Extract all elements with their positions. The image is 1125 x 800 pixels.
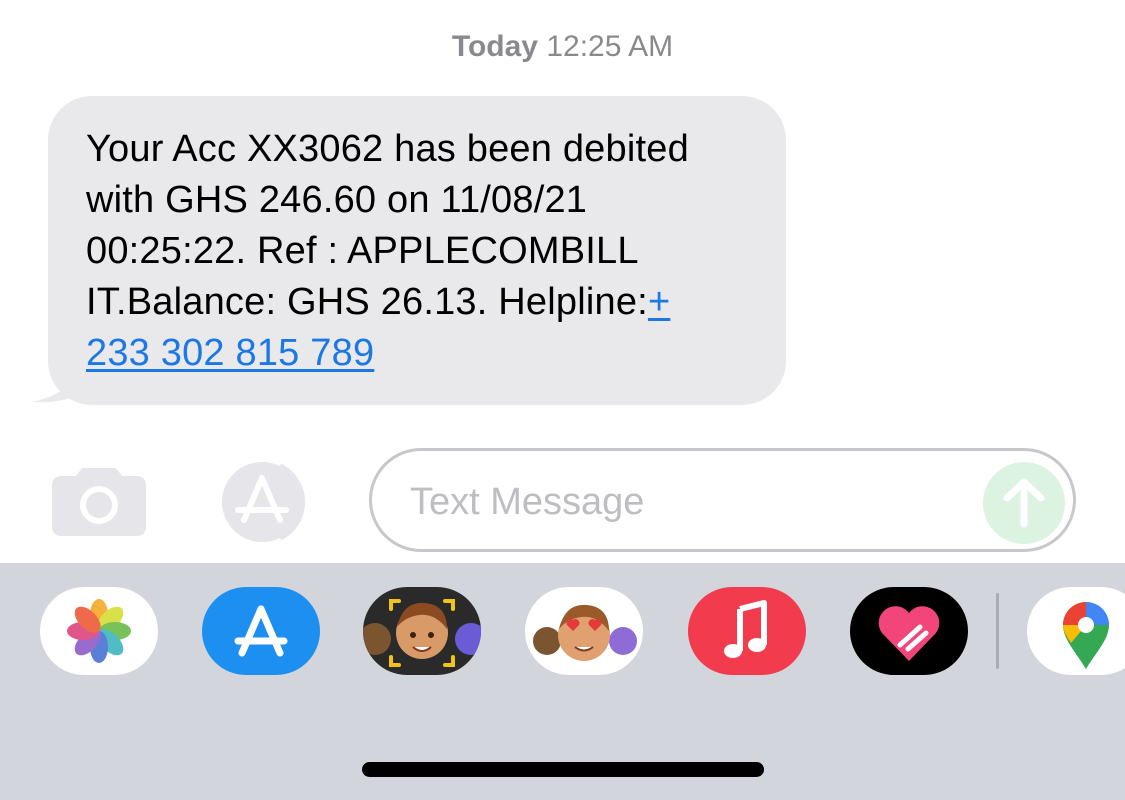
app-store-button[interactable] (210, 462, 320, 542)
google-maps-icon (1063, 602, 1109, 669)
memoji-stickers-app[interactable] (525, 587, 643, 675)
timestamp-day: Today (451, 30, 538, 63)
camera-button[interactable] (52, 464, 146, 536)
message-timestamp: Today 12:25 AM (0, 30, 1125, 64)
photos-app[interactable] (40, 587, 158, 675)
message-line: 233 302 815 789 (86, 328, 756, 379)
app-store-icon (222, 462, 305, 542)
memoji-stickers-icon (533, 604, 637, 661)
drawer-separator (996, 593, 999, 669)
arrow-up-icon (1003, 478, 1045, 528)
compose-bar: Text Message (0, 446, 1125, 556)
helpline-phone-link[interactable]: 233 302 815 789 (86, 332, 374, 374)
message-line: IT.Balance: GHS 26.13. Helpline:+ (86, 277, 756, 328)
home-indicator[interactable] (362, 762, 764, 777)
app-store-app[interactable] (202, 587, 320, 675)
memoji-camera-app[interactable] (363, 587, 481, 675)
message-text: IT.Balance: GHS 26.13. Helpline: (86, 281, 648, 323)
message-line: Your Acc XX3062 has been debited (86, 128, 689, 170)
messages-screen: Today 12:25 AM Your Acc XX3062 has been … (0, 0, 1125, 800)
helpline-link-prefix[interactable]: + (648, 281, 670, 323)
message-line: 00:25:22. Ref : APPLECOMBILL (86, 230, 639, 272)
google-maps-app[interactable] (1027, 587, 1125, 675)
message-bubble[interactable]: Your Acc XX3062 has been debited with GH… (48, 96, 786, 405)
text-message-input[interactable]: Text Message (369, 448, 1076, 552)
send-button[interactable] (983, 462, 1065, 544)
memoji-camera-icon (363, 599, 481, 667)
camera-icon (52, 468, 146, 536)
digital-touch-app[interactable] (850, 587, 968, 675)
app-drawer (0, 563, 1125, 800)
timestamp-time: 12:25 AM (546, 30, 674, 63)
digital-touch-icon (878, 606, 940, 661)
photos-icon (67, 599, 131, 663)
incoming-message[interactable]: Your Acc XX3062 has been debited with GH… (30, 96, 830, 408)
app-store-icon (234, 605, 288, 657)
music-icon (724, 600, 767, 658)
message-line: with GHS 246.60 on 11/08/21 (86, 179, 588, 221)
music-app[interactable] (688, 587, 806, 675)
